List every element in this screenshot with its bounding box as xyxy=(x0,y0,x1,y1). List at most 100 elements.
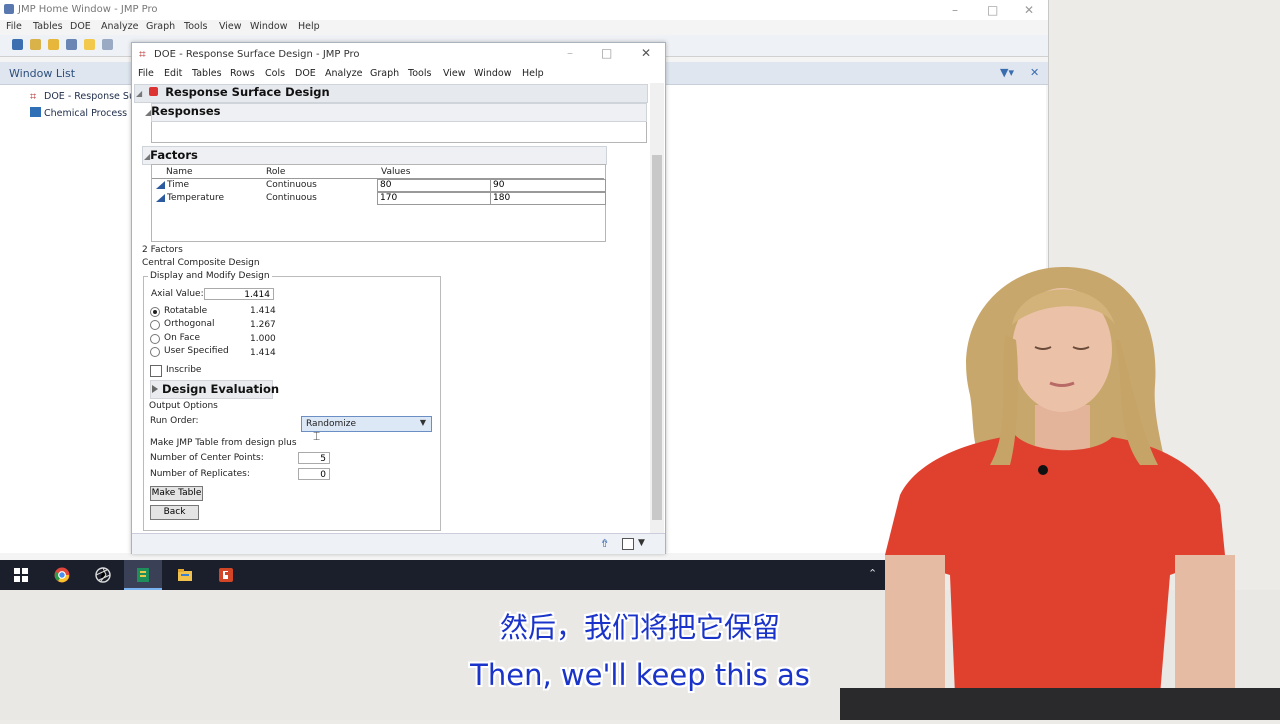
maximize-icon[interactable]: □ xyxy=(601,46,612,60)
factors-title: Factors xyxy=(150,148,198,162)
menu-view[interactable]: View xyxy=(443,68,466,79)
windows-start-icon[interactable] xyxy=(13,567,29,583)
home-arrow-icon[interactable]: ⇮ xyxy=(600,537,609,550)
option-label[interactable]: User Specified xyxy=(164,346,229,356)
menu-graph[interactable]: Graph xyxy=(370,68,399,79)
menu-file[interactable]: File xyxy=(138,68,154,79)
doe-content: ◢ Response Surface Design ◢Responses ◢Fa… xyxy=(132,83,650,533)
chevron-down-icon: ▼ xyxy=(419,418,426,427)
menu-help[interactable]: Help xyxy=(522,68,544,79)
expand-icon[interactable] xyxy=(152,385,158,393)
output-options-label: Output Options xyxy=(149,401,218,411)
back-button[interactable]: Back xyxy=(150,505,199,520)
radio-orthogonal[interactable] xyxy=(150,320,160,330)
option-label[interactable]: Orthogonal xyxy=(164,319,214,329)
group-title: Display and Modify Design xyxy=(148,271,272,281)
factor-name[interactable]: Temperature xyxy=(167,193,224,203)
list-item[interactable]: Chemical Process xyxy=(30,107,127,119)
red-triangle-menu-icon[interactable] xyxy=(149,87,159,96)
factor-high-value[interactable]: 180 xyxy=(490,192,606,205)
replicates-input[interactable]: 0 xyxy=(298,468,330,480)
factor-low-value[interactable]: 170 xyxy=(377,192,491,205)
option-label[interactable]: Rotatable xyxy=(164,306,207,316)
radio-user-specified[interactable] xyxy=(150,347,160,357)
new-data-table-icon[interactable] xyxy=(12,39,23,50)
scrollbar-thumb[interactable] xyxy=(652,155,662,520)
menu-view[interactable]: View xyxy=(219,21,242,32)
option-value: 1.414 xyxy=(250,306,276,316)
menu-rows[interactable]: Rows xyxy=(230,68,255,79)
menu-window[interactable]: Window xyxy=(250,21,287,32)
minimize-icon[interactable]: – xyxy=(567,46,573,60)
doe-icon: ⌗ xyxy=(139,47,146,61)
window-icon[interactable] xyxy=(622,538,634,550)
inscribe-checkbox[interactable] xyxy=(150,365,162,377)
make-table-button[interactable]: Make Table xyxy=(150,486,203,501)
menu-file[interactable]: File xyxy=(6,21,22,32)
jmp-app-icon[interactable] xyxy=(135,567,151,583)
menu-window[interactable]: Window xyxy=(474,68,511,79)
option-value: 1.267 xyxy=(250,320,276,330)
chrome-icon[interactable] xyxy=(54,567,70,583)
responses-header[interactable] xyxy=(151,103,647,122)
open-folder-icon[interactable] xyxy=(48,39,59,50)
menu-edit[interactable]: Edit xyxy=(164,68,182,79)
grid-icon[interactable] xyxy=(102,39,113,50)
aperture-icon[interactable] xyxy=(95,567,111,583)
doe-window: ⌗ DOE - Response Surface Design - JMP Pr… xyxy=(131,42,666,554)
menu-tables[interactable]: Tables xyxy=(33,21,63,32)
factor-name[interactable]: Time xyxy=(167,180,189,190)
center-points-input[interactable]: 5 xyxy=(298,452,330,464)
menu-analyze[interactable]: Analyze xyxy=(325,68,362,79)
col-header-values: Values xyxy=(381,167,411,177)
data-table-icon xyxy=(30,107,41,117)
close-icon[interactable]: ✕ xyxy=(641,46,651,60)
outline-title: Response Surface Design xyxy=(165,85,330,99)
run-order-select[interactable]: Randomize ▼ xyxy=(301,416,432,432)
factor-role[interactable]: Continuous xyxy=(266,180,317,190)
menu-analyze[interactable]: Analyze xyxy=(101,21,138,32)
factor-count: 2 Factors xyxy=(142,245,183,255)
home-title: JMP Home Window - JMP Pro xyxy=(18,4,158,15)
chevron-down-icon[interactable]: ▼ xyxy=(638,538,645,548)
center-points-label: Number of Center Points: xyxy=(150,453,264,463)
save-icon[interactable] xyxy=(66,39,77,50)
radio-on-face[interactable] xyxy=(150,334,160,344)
menu-doe[interactable]: DOE xyxy=(70,21,91,32)
doe-status-bar: ⇮ ▼ xyxy=(132,533,665,554)
factor-role[interactable]: Continuous xyxy=(266,193,317,203)
option-label[interactable]: On Face xyxy=(164,333,200,343)
factor-low-value[interactable]: 80 xyxy=(377,179,491,192)
menu-graph[interactable]: Graph xyxy=(146,21,175,32)
menu-cols[interactable]: Cols xyxy=(265,68,285,79)
menu-doe[interactable]: DOE xyxy=(295,68,316,79)
open-file-icon[interactable] xyxy=(84,39,95,50)
list-item[interactable]: ⌗ DOE - Response Surf xyxy=(30,91,142,102)
make-jmp-table-label: Make JMP Table from design plus xyxy=(150,438,297,448)
inscribe-label[interactable]: Inscribe xyxy=(166,365,201,375)
file-explorer-icon[interactable] xyxy=(177,567,193,583)
factor-high-value[interactable]: 90 xyxy=(490,179,606,192)
collapse-icon[interactable]: ◢ xyxy=(136,89,142,98)
subtitle-english: Then, we'll keep this as xyxy=(470,658,810,692)
radio-rotatable[interactable] xyxy=(150,307,160,317)
filter-icon[interactable]: ▼▾ xyxy=(1000,66,1014,79)
menu-tables[interactable]: Tables xyxy=(192,68,222,79)
presenter-video xyxy=(740,255,1280,724)
subtitle-chinese: 然后，我们将把它保留 xyxy=(499,611,780,644)
maximize-icon[interactable]: □ xyxy=(987,3,998,17)
outline-title-row: ◢ Response Surface Design xyxy=(136,85,330,101)
factors-header[interactable] xyxy=(142,146,607,165)
menu-tools[interactable]: Tools xyxy=(408,68,431,79)
vertical-scrollbar[interactable] xyxy=(650,83,664,533)
axial-value-input[interactable]: 1.414 xyxy=(204,288,274,300)
menu-help[interactable]: Help xyxy=(298,21,320,32)
responses-title: Responses xyxy=(151,104,221,118)
minimize-icon[interactable]: – xyxy=(952,3,958,17)
powerpoint-icon[interactable] xyxy=(218,567,234,583)
menu-tools[interactable]: Tools xyxy=(184,21,207,32)
close-panel-icon[interactable]: ✕ xyxy=(1030,66,1039,79)
option-value: 1.414 xyxy=(250,348,276,358)
close-icon[interactable]: ✕ xyxy=(1024,3,1034,17)
new-script-icon[interactable] xyxy=(30,39,41,50)
